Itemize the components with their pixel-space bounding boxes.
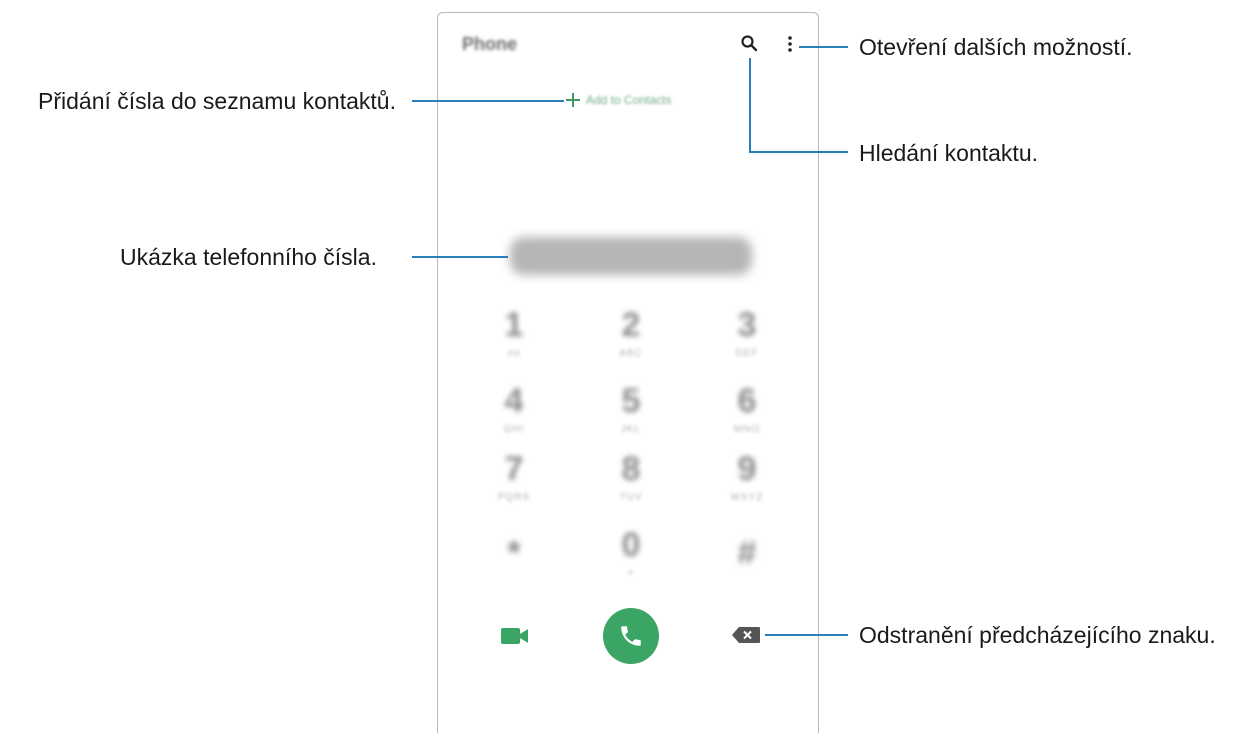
keypad-key-5[interactable]: 5 JKL bbox=[601, 382, 661, 436]
key-letters: PQRS bbox=[497, 492, 531, 503]
video-call-icon[interactable] bbox=[500, 626, 530, 646]
keypad-key-9[interactable]: 9 WXYZ bbox=[717, 450, 777, 504]
add-to-contacts-button[interactable]: Add to Contacts bbox=[566, 88, 671, 112]
key-digit: 8 bbox=[621, 450, 641, 488]
call-button[interactable] bbox=[603, 608, 659, 664]
phone-number-display bbox=[510, 237, 752, 275]
keypad-key-hash[interactable]: # bbox=[717, 534, 777, 588]
app-title: Phone bbox=[462, 34, 518, 54]
key-digit: 3 bbox=[737, 306, 757, 344]
key-digit: * bbox=[507, 534, 521, 572]
add-to-contacts-label: Add to Contacts bbox=[586, 93, 672, 107]
keypad-key-6[interactable]: 6 MNO bbox=[717, 382, 777, 436]
key-digit: # bbox=[737, 534, 757, 572]
keypad-key-1[interactable]: 1 oo bbox=[484, 306, 544, 360]
key-digit: 9 bbox=[737, 450, 757, 488]
callout-number-preview: Ukázka telefonního čísla. bbox=[120, 244, 377, 270]
key-digit: 2 bbox=[621, 306, 641, 344]
backspace-icon[interactable] bbox=[731, 626, 761, 644]
keypad-key-3[interactable]: 3 DEF bbox=[717, 306, 777, 360]
keypad-key-4[interactable]: 4 GHI bbox=[484, 382, 544, 436]
more-options-icon[interactable] bbox=[786, 34, 794, 54]
callout-line-search-horizontal bbox=[749, 151, 848, 153]
key-letters: DEF bbox=[735, 348, 759, 359]
search-icon[interactable] bbox=[740, 34, 758, 52]
callout-line-add-contact bbox=[412, 100, 564, 102]
key-letters: ABC bbox=[619, 348, 643, 359]
key-digit: 0 bbox=[621, 526, 641, 564]
key-letters: WXYZ bbox=[730, 492, 764, 503]
keypad-key-7[interactable]: 7 PQRS bbox=[484, 450, 544, 504]
callout-line-delete-char bbox=[765, 634, 848, 636]
key-letters: + bbox=[627, 568, 635, 579]
callout-more-options: Otevření dalších možností. bbox=[859, 34, 1133, 60]
key-letters bbox=[717, 576, 777, 588]
key-digit: 5 bbox=[621, 382, 641, 420]
keypad-key-0[interactable]: 0 + bbox=[601, 526, 661, 580]
key-letters: oo bbox=[507, 348, 521, 359]
callout-add-contact: Přidání čísla do seznamu kontaktů. bbox=[38, 88, 396, 114]
key-letters: TUV bbox=[619, 492, 643, 503]
keypad-key-8[interactable]: 8 TUV bbox=[601, 450, 661, 504]
key-digit: 7 bbox=[504, 450, 524, 488]
key-letters bbox=[484, 576, 544, 588]
keypad-key-2[interactable]: 2 ABC bbox=[601, 306, 661, 360]
callout-line-search-vertical bbox=[749, 58, 751, 153]
key-digit: 6 bbox=[737, 382, 757, 420]
callout-search-contact: Hledání kontaktu. bbox=[859, 140, 1039, 166]
phone-icon bbox=[621, 626, 641, 646]
callout-line-more-options bbox=[799, 46, 848, 48]
key-letters: JKL bbox=[620, 424, 642, 435]
key-letters: GHI bbox=[503, 424, 525, 435]
key-digit: 4 bbox=[504, 382, 524, 420]
plus-icon bbox=[566, 93, 580, 107]
key-digit: 1 bbox=[504, 306, 524, 344]
key-letters: MNO bbox=[733, 424, 761, 435]
callout-delete-char: Odstranění předcházejícího znaku. bbox=[859, 622, 1216, 648]
keypad-key-star[interactable]: * bbox=[484, 534, 544, 588]
callout-line-number-preview bbox=[412, 256, 508, 258]
